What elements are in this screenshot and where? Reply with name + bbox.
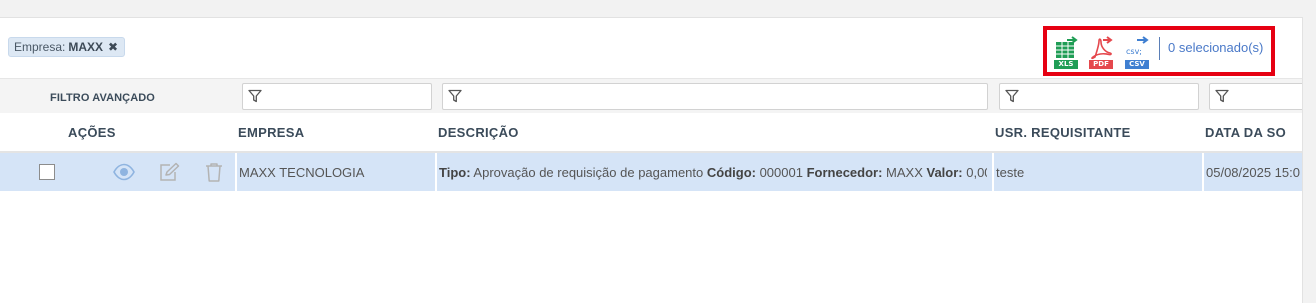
cell-divider [1202, 153, 1204, 191]
selected-count-link[interactable]: 0 selecionado(s) [1168, 40, 1263, 55]
filter-input-descricao[interactable] [442, 83, 988, 110]
cell-divider [435, 153, 437, 191]
export-pdf-button[interactable]: PDF [1089, 36, 1113, 70]
cell-empresa: MAXX TECNOLOGIA [239, 165, 365, 180]
desc-tipo-label: Tipo: [439, 165, 471, 180]
cell-divider [235, 153, 237, 191]
toolbar-divider [1159, 37, 1160, 60]
table-row[interactable]: MAXX TECNOLOGIA Tipo: Aprovação de requi… [0, 153, 1302, 191]
desc-valor-label: Valor: [926, 165, 963, 180]
funnel-icon [1215, 89, 1229, 103]
funnel-icon [248, 89, 262, 103]
desc-codigo-value: 000001 [755, 165, 807, 180]
export-toolbar: XLS PDF csv; CSV 0 selecionado(s) [1043, 26, 1275, 76]
advanced-filter-row: FILTRO AVANÇADO [0, 78, 1302, 113]
filter-chip-empresa: Empresa: MAXX ✖ [8, 37, 126, 57]
scrollbar-gutter[interactable] [1302, 17, 1316, 303]
pdf-file-icon [1091, 36, 1113, 60]
column-header-data[interactable]: DATA DA SO [1205, 125, 1286, 140]
export-csv-button[interactable]: csv; CSV [1125, 36, 1149, 70]
column-header-acoes[interactable]: AÇÕES [68, 125, 116, 140]
top-strip [0, 0, 1316, 18]
desc-valor-value: 0,00 … [966, 165, 987, 180]
column-header-empresa[interactable]: EMPRESA [238, 125, 304, 140]
trash-icon[interactable] [204, 162, 224, 187]
export-xls-button[interactable]: XLS [1054, 36, 1078, 70]
filter-input-data[interactable] [1209, 83, 1302, 110]
column-header-descricao[interactable]: DESCRIÇÃO [438, 125, 519, 140]
csv-file-icon: csv; [1126, 36, 1149, 56]
funnel-icon [448, 89, 462, 103]
edit-icon[interactable] [158, 162, 180, 187]
desc-fornecedor-value: MAXX [882, 165, 927, 180]
filter-chip-value: MAXX [68, 40, 104, 54]
advanced-filter-label: FILTRO AVANÇADO [50, 92, 155, 104]
table-header: AÇÕES EMPRESA DESCRIÇÃO USR. REQUISITANT… [0, 113, 1302, 153]
filter-input-empresa[interactable] [242, 83, 432, 110]
pdf-tag: PDF [1089, 60, 1113, 69]
csv-glyph-text: csv; [1126, 47, 1142, 56]
grid-panel: Empresa: MAXX ✖ XLS PDF csv; CSV 0 selec… [0, 18, 1302, 303]
desc-tipo-value: Aprovação de requisição de pagamento [470, 165, 707, 180]
close-icon[interactable]: ✖ [108, 37, 118, 57]
row-select-checkbox[interactable] [39, 164, 55, 180]
filter-input-usuario[interactable] [999, 83, 1199, 110]
funnel-icon [1005, 89, 1019, 103]
cell-data: 05/08/2025 15:0 [1206, 165, 1300, 180]
excel-file-icon [1056, 36, 1078, 58]
cell-descricao: Tipo: Aprovação de requisição de pagamen… [439, 165, 987, 180]
filter-chip-label: Empresa: [14, 40, 66, 54]
cell-usuario: teste [996, 165, 1025, 180]
cell-divider [992, 153, 994, 191]
desc-fornecedor-label: Fornecedor: [806, 165, 883, 180]
eye-icon[interactable] [113, 163, 135, 186]
desc-codigo-label: Código: [706, 165, 756, 180]
csv-tag: CSV [1125, 60, 1149, 69]
column-header-usuario[interactable]: USR. REQUISITANTE [995, 125, 1131, 140]
xls-tag: XLS [1054, 60, 1078, 69]
